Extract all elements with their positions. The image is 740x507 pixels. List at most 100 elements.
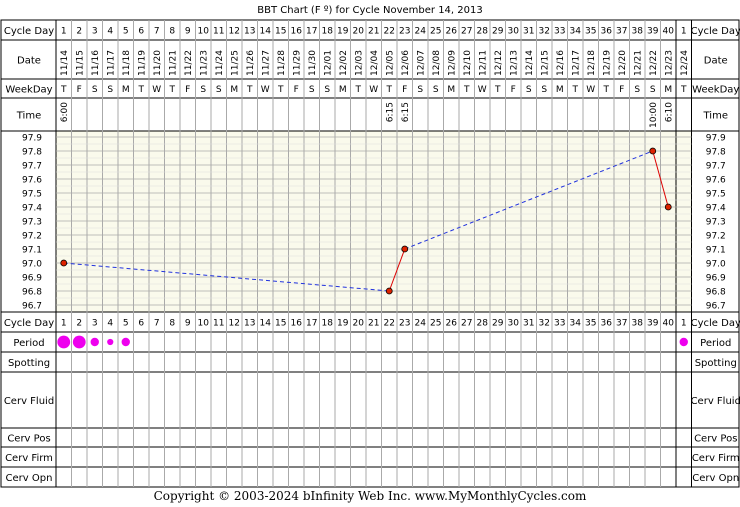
cycle-day-cell-bottom: 2 xyxy=(76,319,82,329)
cycle-day-cell-bottom: 7 xyxy=(154,319,160,329)
cycle-day-cell: 3 xyxy=(92,27,98,37)
date-cell: 12/10 xyxy=(463,50,473,76)
cycle-day-cell-bottom: 34 xyxy=(570,319,582,329)
temp-label-right: 96.9 xyxy=(706,274,726,284)
date-cell: 12/06 xyxy=(401,50,411,76)
period-dot xyxy=(121,337,130,347)
weekday-cell: S xyxy=(107,85,113,95)
date-cell: 12/19 xyxy=(602,50,612,76)
temp-label-left: 96.8 xyxy=(22,288,42,298)
cycle-day-cell: 23 xyxy=(399,27,410,37)
chart-title: BBT Chart (F º) for Cycle November 14, 2… xyxy=(257,5,482,16)
weekday-cell: S xyxy=(526,85,532,95)
weekday-cell: M xyxy=(122,85,130,95)
cycle-day-cell: 12 xyxy=(229,27,240,37)
cycle-day-cell-bottom: 23 xyxy=(399,319,410,329)
cycle-day-cell: 17 xyxy=(306,27,317,37)
weekday-cell: F xyxy=(619,85,624,95)
cycle-day-cell-bottom: 24 xyxy=(415,319,427,329)
weekday-cell: T xyxy=(572,85,579,95)
row-label-cerv-pos: Cerv Pos xyxy=(7,434,50,445)
date-cell: 11/14 xyxy=(60,50,70,76)
temp-label-left: 97.1 xyxy=(22,246,42,256)
cycle-day-cell: 4 xyxy=(107,27,113,37)
date-cell: 12/12 xyxy=(494,50,504,76)
cycle-day-cell-bottom: 17 xyxy=(306,319,317,329)
weekday-cell: M xyxy=(230,85,238,95)
weekday-cell: T xyxy=(603,85,610,95)
cycle-day-cell: 34 xyxy=(570,27,582,37)
temp-label-right: 97.8 xyxy=(706,148,726,158)
date-cell: 12/04 xyxy=(370,50,380,76)
date-cell: 12/09 xyxy=(447,50,457,76)
copyright-footer: Copyright © 2003-2024 bInfinity Web Inc.… xyxy=(153,489,587,503)
date-cell: 11/19 xyxy=(137,50,147,76)
time-cell: 6:15 xyxy=(385,102,395,122)
cycle-day-cell-bottom: 18 xyxy=(322,319,334,329)
row-label-right-weekday: WeekDay xyxy=(692,85,739,96)
cycle-day-cell: 6 xyxy=(138,27,144,37)
cycle-day-cell: 10 xyxy=(198,27,210,37)
weekday-cell: S xyxy=(309,85,315,95)
cycle-day-cell-bottom: 5 xyxy=(123,319,129,329)
date-cell: 11/22 xyxy=(184,50,194,76)
date-cell: 12/16 xyxy=(556,50,566,76)
date-cell: 11/23 xyxy=(199,50,209,76)
weekday-cell: W xyxy=(369,85,378,95)
time-cell: 10:00 xyxy=(649,102,659,128)
period-dot xyxy=(107,338,114,346)
cycle-day-cell-bottom: 37 xyxy=(616,319,627,329)
temp-label-left: 96.7 xyxy=(22,302,42,312)
temp-label-left: 97.4 xyxy=(22,204,42,214)
date-cell: 12/24 xyxy=(680,50,690,76)
cycle-day-cell-bottom: 25 xyxy=(430,319,441,329)
weekday-cell: T xyxy=(246,85,253,95)
row-label-right-date: Date xyxy=(704,56,728,67)
date-cell: 11/18 xyxy=(122,50,132,76)
cycle-day-cell: 36 xyxy=(601,27,613,37)
cycle-day-cell: 27 xyxy=(461,27,472,37)
cycle-day-cell: 40 xyxy=(663,27,675,37)
date-cell: 11/16 xyxy=(91,50,101,76)
temp-label-right: 96.7 xyxy=(706,302,726,312)
date-cell: 12/23 xyxy=(664,50,674,76)
cycle-day-cell-bottom: 16 xyxy=(291,319,303,329)
cycle-day-cell: 30 xyxy=(508,27,520,37)
temp-label-left: 97.8 xyxy=(22,148,42,158)
weekday-cell: S xyxy=(634,85,640,95)
date-cell: 12/01 xyxy=(323,50,333,76)
date-cell: 12/18 xyxy=(587,50,597,76)
row-label-period: Period xyxy=(13,338,44,349)
cycle-day-cell-bottom: 19 xyxy=(337,319,349,329)
bbt-point xyxy=(60,259,68,267)
date-cell: 12/22 xyxy=(649,50,659,76)
temp-label-left: 97.2 xyxy=(22,232,42,242)
date-cell: 11/26 xyxy=(246,50,256,76)
cycle-day-cell: 19 xyxy=(337,27,349,37)
weekday-cell: S xyxy=(650,85,656,95)
cycle-day-cell: 16 xyxy=(291,27,303,37)
temp-label-right: 97.7 xyxy=(706,162,726,172)
cycle-day-cell-bottom: 38 xyxy=(632,319,644,329)
temp-label-right: 96.8 xyxy=(706,288,726,298)
cycle-day-cell-bottom: 20 xyxy=(353,319,365,329)
cycle-day-cell-bottom: 12 xyxy=(229,319,240,329)
period-dot xyxy=(72,335,86,349)
cycle-day-cell-bottom: 22 xyxy=(384,319,395,329)
temp-label-left: 97.0 xyxy=(22,260,42,270)
weekday-cell: T xyxy=(494,85,501,95)
weekday-cell: T xyxy=(138,85,145,95)
row-label-cycle-day: Cycle Day xyxy=(4,318,54,329)
cycle-day-cell-bottom: 39 xyxy=(647,319,659,329)
cycle-day-cell: 24 xyxy=(415,27,427,37)
cycle-day-cell-bottom: 13 xyxy=(244,319,255,329)
row-label-cerv-fluid: Cerv Fluid xyxy=(4,396,54,407)
cycle-day-cell: 31 xyxy=(523,27,534,37)
temp-label-left: 97.3 xyxy=(22,218,42,228)
cycle-day-cell: 33 xyxy=(554,27,565,37)
cycle-day-cell-bottom: 1 xyxy=(61,319,67,329)
temp-label-left: 97.6 xyxy=(22,176,42,186)
time-cell: 6:15 xyxy=(401,102,411,122)
bbt-point xyxy=(401,245,409,253)
date-cell: 12/13 xyxy=(509,50,519,76)
